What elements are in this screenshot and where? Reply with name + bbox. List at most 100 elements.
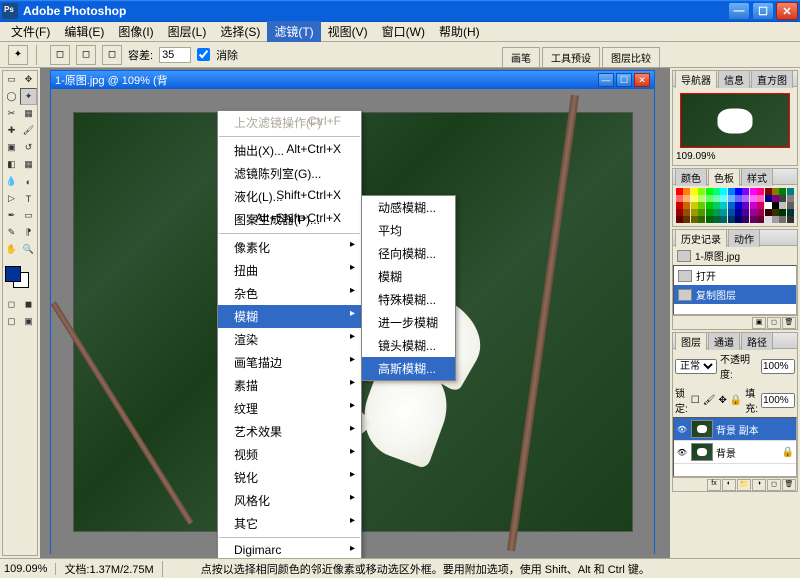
swatch[interactable] [787,202,794,209]
delete-history-button[interactable]: 🗑 [782,317,796,329]
move-tool[interactable]: ✥ [20,71,37,88]
swatch[interactable] [750,216,757,223]
swatch[interactable] [713,209,720,216]
quickmask-std[interactable]: ◻ [3,296,20,313]
menu-file[interactable]: 文件(F) [4,21,57,42]
marquee-tool[interactable]: ▭ [3,71,20,88]
swatch[interactable] [765,188,772,195]
new-snapshot-button[interactable]: ▣ [752,317,766,329]
swatch[interactable] [772,202,779,209]
shape-tool[interactable]: ▭ [20,207,37,224]
blend-mode-select[interactable]: 正常 [675,359,717,374]
swatch-grid[interactable] [676,188,794,223]
lock-all-icon[interactable]: 🔒 [730,395,742,406]
menu-other[interactable]: 其它 [218,512,361,535]
menu-select[interactable]: 选择(S) [213,21,267,42]
menu-edit[interactable]: 编辑(E) [57,21,111,42]
menu-sketch[interactable]: 素描 [218,374,361,397]
slice-tool[interactable]: ▦ [20,105,37,122]
swatch[interactable] [750,202,757,209]
menu-view[interactable]: 视图(V) [321,21,375,42]
swatch[interactable] [742,209,749,216]
swatch[interactable] [765,216,772,223]
swatch[interactable] [757,188,764,195]
menu-digimarc[interactable]: Digimarc [218,540,361,558]
visibility-icon[interactable]: 👁 [676,423,688,435]
eraser-tool[interactable]: ◧ [3,156,20,173]
swatch[interactable] [683,188,690,195]
swatch[interactable] [765,195,772,202]
swatch[interactable] [706,202,713,209]
menu-video[interactable]: 视频 [218,443,361,466]
tab-styles[interactable]: 样式 [741,168,773,186]
swatch[interactable] [698,209,705,216]
swatch[interactable] [779,188,786,195]
swatch[interactable] [742,202,749,209]
layer-item-copy[interactable]: 👁 背景 副本 [674,418,796,441]
new-group-button[interactable]: 📁 [737,479,751,491]
swatch[interactable] [735,216,742,223]
swatch[interactable] [706,188,713,195]
new-layer-button[interactable]: ◻ [767,479,781,491]
swatch[interactable] [765,209,772,216]
screenmode-std[interactable]: ▢ [3,313,20,330]
foreground-color[interactable] [5,266,21,282]
color-swatches[interactable] [3,264,37,290]
menu-last-filter[interactable]: 上次滤镜操作(F)Ctrl+F [218,111,361,134]
swatch[interactable] [787,209,794,216]
doc-close-button[interactable]: ✕ [634,73,650,87]
add-selection-icon[interactable]: ◻ [76,45,96,65]
submenu-gaussian-blur[interactable]: 高斯模糊... [362,357,455,380]
screenmode-full[interactable]: ▣ [20,313,37,330]
swatch[interactable] [676,195,683,202]
submenu-special-blur[interactable]: 特殊模糊... [362,288,455,311]
submenu-motion-blur[interactable]: 动感模糊... [362,196,455,219]
tab-histogram[interactable]: 直方图 [751,70,793,88]
swatch[interactable] [779,195,786,202]
submenu-blur[interactable]: 模糊 [362,265,455,288]
swatch[interactable] [772,188,779,195]
tab-info[interactable]: 信息 [718,70,750,88]
swatch[interactable] [772,209,779,216]
swatch[interactable] [706,195,713,202]
swatch[interactable] [757,202,764,209]
notes-tool[interactable]: ✎ [3,224,20,241]
submenu-average[interactable]: 平均 [362,219,455,242]
magic-wand-tool[interactable]: ✦ [20,88,37,105]
swatch[interactable] [742,195,749,202]
swatch[interactable] [691,188,698,195]
layer-mask-button[interactable]: ◐ [722,479,736,491]
swatch[interactable] [787,216,794,223]
swatch[interactable] [683,202,690,209]
navigator-thumbnail[interactable] [680,93,790,148]
swatch[interactable] [676,202,683,209]
layer-item-background[interactable]: 👁 背景 🔒 [674,441,796,464]
tab-color[interactable]: 颜色 [675,168,707,186]
menu-pixelate[interactable]: 像素化 [218,236,361,259]
delete-layer-button[interactable]: 🗑 [782,479,796,491]
swatch[interactable] [706,216,713,223]
doc-maximize-button[interactable]: ☐ [616,73,632,87]
swatch[interactable] [742,216,749,223]
history-brush-tool[interactable]: ↺ [20,139,37,156]
close-button[interactable]: ✕ [776,2,798,20]
lock-pixel-icon[interactable]: 🖌 [703,395,716,406]
quickmask-mask[interactable]: ◼ [20,296,37,313]
menu-liquify[interactable]: 液化(L)...Shift+Ctrl+X [218,185,361,208]
menu-image[interactable]: 图像(I) [111,21,160,42]
swatch[interactable] [728,188,735,195]
swatch[interactable] [750,209,757,216]
tab-channels[interactable]: 通道 [708,332,740,350]
submenu-radial-blur[interactable]: 径向模糊... [362,242,455,265]
swatch[interactable] [787,188,794,195]
antialias-checkbox[interactable] [197,48,210,61]
swatch[interactable] [691,195,698,202]
menu-filter-gallery[interactable]: 滤镜陈列室(G)... [218,162,361,185]
swatch[interactable] [698,202,705,209]
swatch[interactable] [772,216,779,223]
dodge-tool[interactable]: ◐ [20,173,37,190]
swatch[interactable] [713,188,720,195]
menu-distort[interactable]: 扭曲 [218,259,361,282]
swatch[interactable] [735,209,742,216]
history-item-open[interactable]: 打开 [674,266,796,285]
